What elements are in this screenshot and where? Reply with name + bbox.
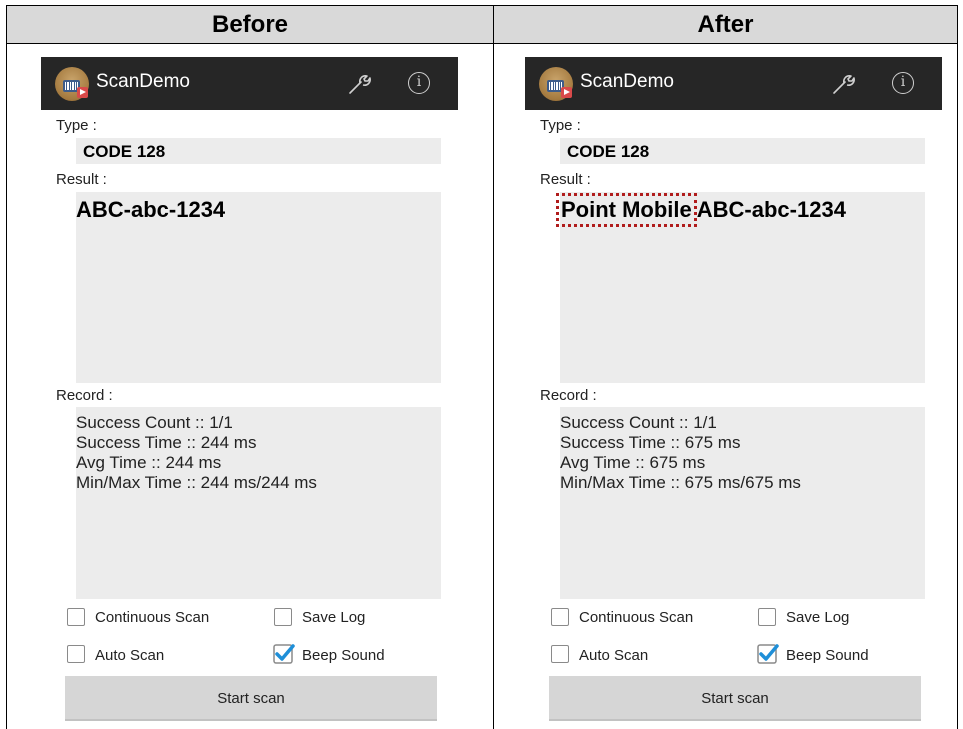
record-line: Avg Time :: 244 ms	[76, 453, 222, 472]
record-line: Success Time :: 675 ms	[560, 433, 741, 452]
app-title: ScanDemo	[580, 71, 674, 92]
app-title: ScanDemo	[96, 71, 190, 92]
result-value: Point Mobile ABC-abc-1234	[556, 193, 846, 227]
record-line: Avg Time :: 675 ms	[560, 453, 706, 472]
info-icon[interactable]: i	[408, 72, 430, 94]
type-label: Type :	[56, 117, 97, 134]
table-border-left	[6, 5, 7, 729]
record-label: Record :	[56, 387, 113, 404]
type-value: CODE 128	[567, 142, 650, 161]
save-log-checkbox[interactable]	[274, 608, 292, 626]
app-icon	[55, 67, 89, 101]
record-text: Success Count :: 1/1 Success Time :: 244…	[76, 413, 317, 493]
save-log-label: Save Log	[302, 609, 366, 626]
auto-scan-label: Auto Scan	[95, 647, 165, 664]
beep-sound-checkbox[interactable]	[273, 644, 295, 664]
table-header-divider	[6, 43, 958, 44]
table-border-right	[957, 5, 958, 729]
auto-scan-checkbox[interactable]	[67, 645, 85, 663]
phone-screen-after: ScanDemo i Type : CODE 128 Result : Poin…	[525, 57, 942, 729]
beep-sound-checkbox[interactable]	[757, 644, 779, 664]
phone-screen-before: ScanDemo i Type : CODE 128 Result : ABC-…	[41, 57, 458, 729]
continuous-scan-checkbox[interactable]	[67, 608, 85, 626]
record-line: Success Time :: 244 ms	[76, 433, 257, 452]
result-label: Result :	[56, 171, 107, 188]
table-divider	[493, 5, 494, 729]
wrench-icon[interactable]	[831, 72, 857, 96]
wrench-icon[interactable]	[347, 72, 373, 96]
app-icon	[539, 67, 573, 101]
header-before: Before	[211, 11, 289, 38]
auto-scan-label: Auto Scan	[579, 647, 649, 664]
start-scan-button[interactable]: Start scan	[549, 676, 921, 721]
record-line: Success Count :: 1/1	[560, 413, 717, 432]
continuous-scan-label: Continuous Scan	[579, 609, 694, 626]
record-line: Min/Max Time :: 244 ms/244 ms	[76, 473, 317, 492]
checkmark-icon	[273, 644, 295, 664]
result-barcode-value: ABC-abc-1234	[696, 197, 846, 222]
record-line: Min/Max Time :: 675 ms/675 ms	[560, 473, 801, 492]
record-label: Record :	[540, 387, 597, 404]
start-scan-button[interactable]: Start scan	[65, 676, 437, 721]
record-text: Success Count :: 1/1 Success Time :: 675…	[560, 413, 801, 493]
save-log-checkbox[interactable]	[758, 608, 776, 626]
header-after: After	[697, 11, 754, 38]
record-line: Success Count :: 1/1	[76, 413, 233, 432]
action-bar: ScanDemo i	[525, 57, 942, 110]
result-value: ABC-abc-1234	[76, 197, 226, 222]
continuous-scan-label: Continuous Scan	[95, 609, 210, 626]
beep-sound-label: Beep Sound	[786, 647, 869, 664]
type-label: Type :	[540, 117, 581, 134]
auto-scan-checkbox[interactable]	[551, 645, 569, 663]
checkmark-icon	[757, 644, 779, 664]
save-log-label: Save Log	[786, 609, 850, 626]
continuous-scan-checkbox[interactable]	[551, 608, 569, 626]
type-value: CODE 128	[83, 142, 166, 161]
action-bar: ScanDemo i	[41, 57, 458, 110]
table-border-top	[6, 5, 958, 6]
result-prefix-highlight: Point Mobile	[556, 193, 697, 227]
result-label: Result :	[540, 171, 591, 188]
beep-sound-label: Beep Sound	[302, 647, 385, 664]
info-icon[interactable]: i	[892, 72, 914, 94]
